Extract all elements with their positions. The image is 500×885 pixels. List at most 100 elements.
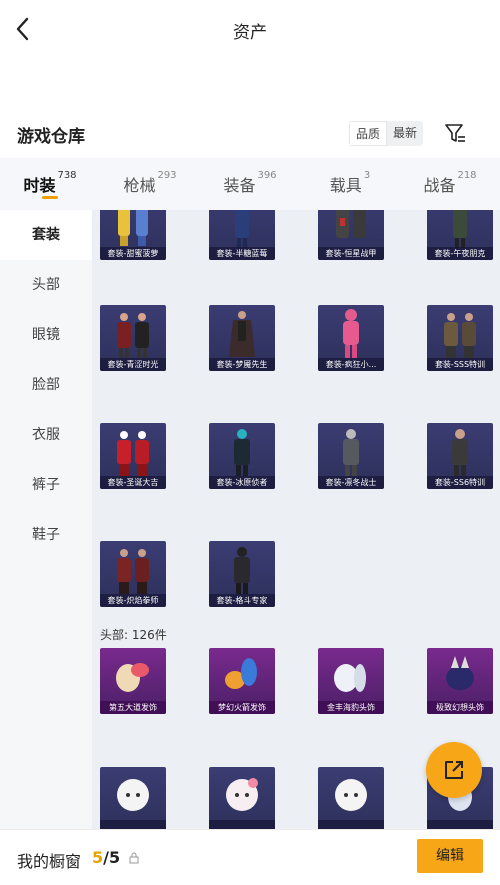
sheep-mask-icon bbox=[335, 779, 367, 811]
sort-toggle: 品质 最新 bbox=[349, 121, 424, 146]
tab-count: 218 bbox=[457, 170, 477, 181]
category-tabs: 时装738 枪械293 装备396 载具3 战备218 bbox=[0, 158, 500, 210]
suit-name: 套装-冰原侦者 bbox=[209, 476, 275, 489]
outfit-figure-icon bbox=[336, 210, 366, 238]
showcase-count-current: 5 bbox=[92, 848, 104, 867]
suit-card[interactable]: 套装-炽焰拳师 bbox=[100, 541, 166, 607]
tab-vehicles[interactable]: 载具3 bbox=[300, 158, 400, 210]
suit-name: 套装-SS6特训 bbox=[427, 476, 493, 489]
tab-count: 293 bbox=[157, 170, 177, 181]
suit-name: 套装-恒星战甲 bbox=[318, 247, 384, 260]
sidebar-item-suits[interactable]: 套装 bbox=[0, 210, 92, 260]
sidebar-item-pants[interactable]: 裤子 bbox=[0, 460, 92, 510]
head-item-name: 金丰海豹头饰 bbox=[318, 701, 384, 714]
outfit-figure-icon bbox=[453, 210, 467, 248]
suit-name: 套装-炽焰拳师 bbox=[100, 594, 166, 607]
head-card[interactable]: 金丰海豹头饰 bbox=[318, 648, 384, 714]
outfit-figure-icon bbox=[117, 313, 149, 358]
edit-button[interactable]: 编辑 bbox=[417, 839, 483, 873]
section-head-label: 头部: 126件 bbox=[100, 628, 167, 642]
page-title: 资产 bbox=[233, 23, 267, 43]
sort-newest[interactable]: 最新 bbox=[387, 121, 423, 146]
suit-name: 套装-疯狂小... bbox=[318, 358, 384, 371]
outfit-figure-icon bbox=[444, 313, 476, 358]
suit-card[interactable]: 套装-冰原侦者 bbox=[209, 423, 275, 489]
sidebar-item-shoes[interactable]: 鞋子 bbox=[0, 510, 92, 560]
outfit-figure-icon bbox=[117, 549, 149, 594]
tab-equipment[interactable]: 装备396 bbox=[200, 158, 300, 210]
filter-icon[interactable] bbox=[443, 121, 467, 145]
warehouse-title: 游戏仓库 bbox=[17, 127, 85, 147]
tab-label: 载具 bbox=[329, 176, 362, 195]
head-card[interactable]: 梦幻火箭发饰 bbox=[209, 648, 275, 714]
headwear-icon bbox=[446, 656, 474, 690]
hair-accessory-icon bbox=[116, 663, 149, 692]
tab-fashion[interactable]: 时装738 bbox=[0, 158, 100, 210]
sort-quality[interactable]: 品质 bbox=[349, 121, 388, 146]
suit-card[interactable]: 套装-圣诞大吉 bbox=[100, 423, 166, 489]
suit-card[interactable]: 套装-恒星战甲 bbox=[318, 210, 384, 260]
hair-accessory-icon bbox=[225, 658, 257, 689]
suit-card[interactable]: 套装-半糖蓝莓 bbox=[209, 210, 275, 260]
sidebar: 套装 头部 眼镜 脸部 衣服 裤子 鞋子 bbox=[0, 210, 92, 830]
sidebar-item-face[interactable]: 脸部 bbox=[0, 360, 92, 410]
head-card[interactable]: 第五大道发饰 bbox=[100, 648, 166, 714]
suit-name: 套装-格斗专家 bbox=[209, 594, 275, 607]
sheep-mask-icon bbox=[226, 778, 258, 811]
outfit-figure-icon bbox=[118, 210, 148, 246]
suit-card[interactable]: 套装-格斗专家 bbox=[209, 541, 275, 607]
suit-name: 套装-青涩时光 bbox=[100, 358, 166, 371]
suit-name: 套装-半糖蓝莓 bbox=[209, 247, 275, 260]
share-icon bbox=[445, 761, 463, 779]
showcase-label: 我的橱窗 bbox=[17, 852, 82, 871]
tab-label: 时装 bbox=[23, 176, 56, 195]
suit-name: 套装-梦魇先生 bbox=[209, 358, 275, 371]
head-card[interactable]: 极致幻想头饰 bbox=[427, 648, 493, 714]
suit-card[interactable]: 套装-甜蜜菠萝 bbox=[100, 210, 166, 260]
suit-name: 套装-午夜朋克 bbox=[427, 247, 493, 260]
lock-icon bbox=[129, 852, 139, 864]
suit-card[interactable]: 套装-SS6特训 bbox=[427, 423, 493, 489]
sidebar-item-head[interactable]: 头部 bbox=[0, 260, 92, 310]
outfit-figure-icon bbox=[343, 429, 359, 476]
suit-card[interactable]: 套装-SSS特训 bbox=[427, 305, 493, 371]
tab-count: 396 bbox=[257, 170, 277, 181]
suit-name: 套装-凛冬战士 bbox=[318, 476, 384, 489]
tab-count: 3 bbox=[363, 170, 371, 181]
outfit-figure-icon bbox=[235, 210, 249, 248]
head-item-name: 梦幻火箭发饰 bbox=[209, 701, 275, 714]
head-item-name: 第五大道发饰 bbox=[100, 701, 166, 714]
suit-name: 套装-圣诞大吉 bbox=[100, 476, 166, 489]
tab-count: 738 bbox=[57, 170, 77, 181]
suit-card[interactable]: 套装-凛冬战士 bbox=[318, 423, 384, 489]
headwear-icon bbox=[334, 664, 366, 692]
outfit-figure-icon bbox=[343, 309, 359, 358]
tab-battle-gear[interactable]: 战备218 bbox=[400, 158, 500, 210]
suit-card[interactable]: 套装-梦魇先生 bbox=[209, 305, 275, 371]
suit-card[interactable]: 套装-午夜朋克 bbox=[427, 210, 493, 260]
suit-name: 套装-SSS特训 bbox=[427, 358, 493, 371]
head-card[interactable] bbox=[318, 767, 384, 830]
tab-label: 枪械 bbox=[123, 176, 156, 195]
outfit-figure-icon bbox=[452, 429, 468, 476]
showcase-count-total: /5 bbox=[103, 848, 121, 867]
outfit-figure-icon bbox=[229, 311, 255, 357]
top-bar: 资产 bbox=[0, 0, 500, 60]
head-card[interactable] bbox=[209, 767, 275, 830]
share-button[interactable] bbox=[426, 742, 482, 798]
suit-card[interactable]: 套装-青涩时光 bbox=[100, 305, 166, 371]
outfit-figure-icon bbox=[234, 547, 250, 594]
head-card[interactable] bbox=[100, 767, 166, 830]
item-grid: 套装-甜蜜菠萝 套装-半糖蓝莓 套装-恒星战甲 套装-午夜朋克 套装-青涩时光 … bbox=[92, 210, 500, 830]
outfit-figure-icon bbox=[234, 429, 250, 476]
active-tab-indicator bbox=[42, 196, 58, 199]
sidebar-item-clothes[interactable]: 衣服 bbox=[0, 410, 92, 460]
head-item-name: 极致幻想头饰 bbox=[427, 701, 493, 714]
suit-name: 套装-甜蜜菠萝 bbox=[100, 247, 166, 260]
tab-label: 装备 bbox=[223, 176, 256, 195]
tab-label: 战备 bbox=[423, 176, 456, 195]
tab-guns[interactable]: 枪械293 bbox=[100, 158, 200, 210]
sidebar-item-glasses[interactable]: 眼镜 bbox=[0, 310, 92, 360]
sheep-mask-icon bbox=[117, 779, 149, 811]
suit-card[interactable]: 套装-疯狂小... bbox=[318, 305, 384, 371]
